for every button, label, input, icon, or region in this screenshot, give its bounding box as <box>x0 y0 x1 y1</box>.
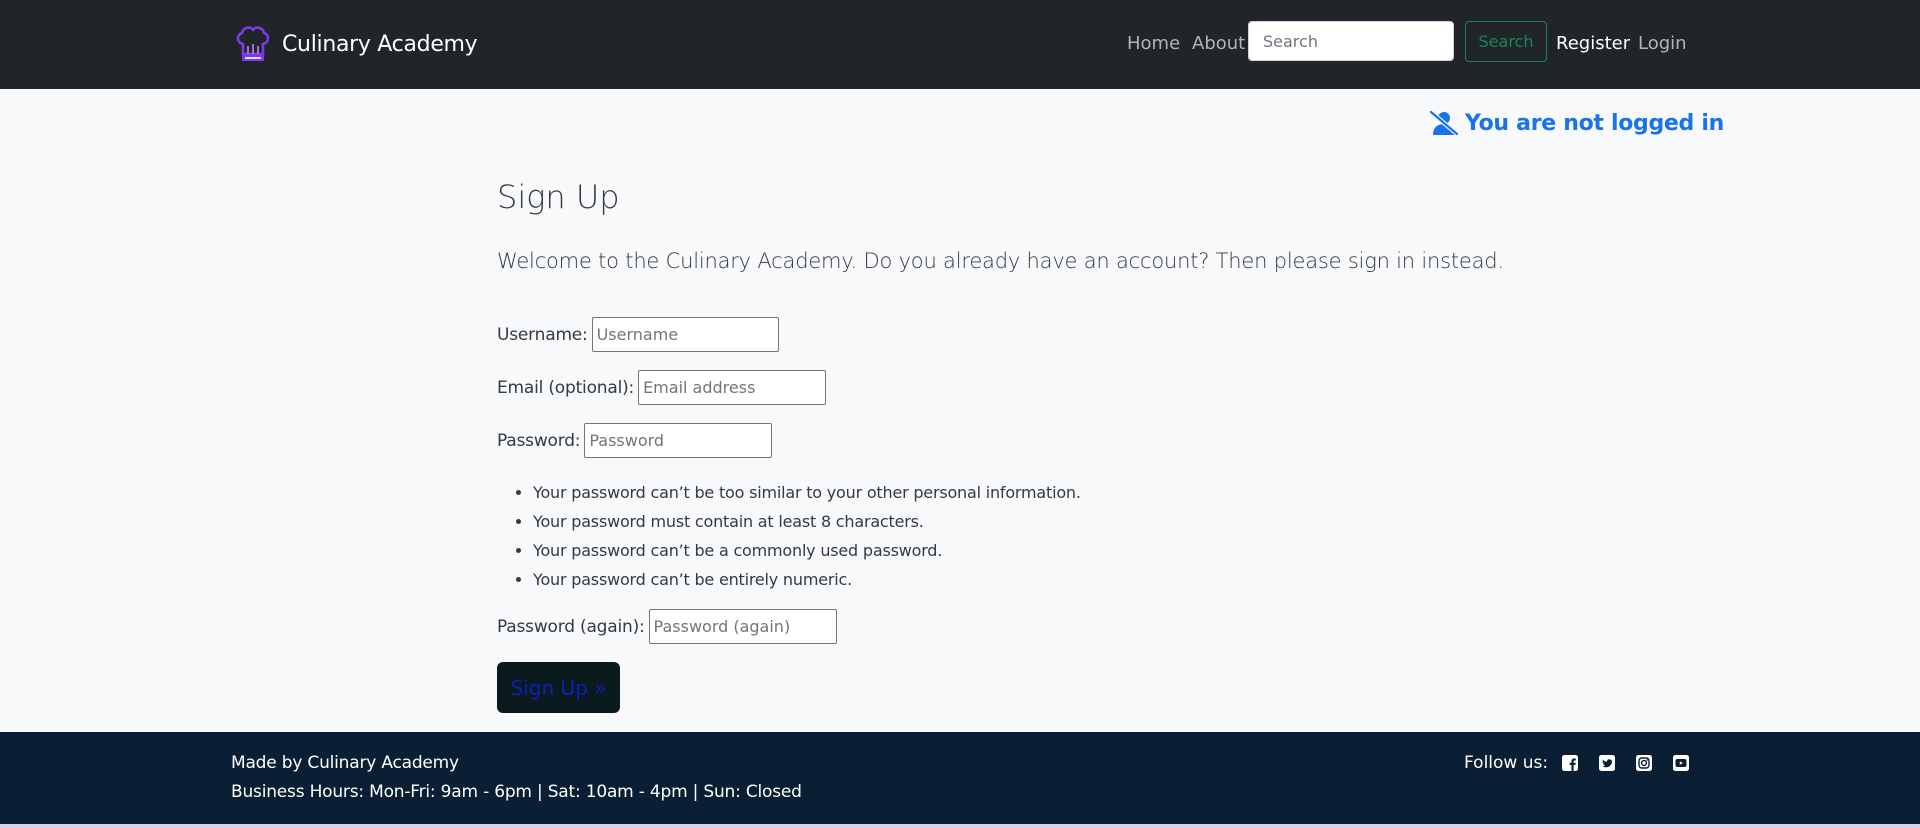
search-button[interactable]: Search <box>1465 21 1547 62</box>
password-help-item: Your password can’t be entirely numeric. <box>533 565 1081 594</box>
nav-about-link[interactable]: About <box>1192 33 1245 54</box>
twitter-icon[interactable] <box>1598 754 1616 772</box>
email-input[interactable] <box>638 370 827 405</box>
password-input[interactable] <box>584 423 773 458</box>
password-row: Password: <box>497 423 773 458</box>
page-title: Sign Up <box>497 178 620 216</box>
brand-name: Culinary Academy <box>282 31 478 57</box>
instagram-icon[interactable] <box>1635 754 1653 772</box>
login-status-text: You are not logged in <box>1465 110 1724 136</box>
top-navbar: Culinary Academy Home About Search Regis… <box>0 0 1920 89</box>
footer-made-by: Made by Culinary Academy <box>231 753 459 773</box>
sign-up-button[interactable]: Sign Up » <box>497 662 620 713</box>
password-help-item: Your password must contain at least 8 ch… <box>533 507 1081 536</box>
user-slash-icon <box>1429 110 1459 136</box>
follow-us-label: Follow us: <box>1464 753 1549 773</box>
username-label: Username: <box>497 324 588 345</box>
password-again-input[interactable] <box>648 609 837 644</box>
intro-text-after: instead. <box>1414 249 1504 273</box>
footer-business-hours: Business Hours: Mon-Fri: 9am - 6pm | Sat… <box>231 782 802 802</box>
password-label: Password: <box>497 430 581 451</box>
password-help-list: Your password can’t be too similar to yo… <box>497 478 1081 594</box>
chef-hat-icon <box>236 26 270 61</box>
username-row: Username: <box>497 317 779 352</box>
password-help-item: Your password can’t be too similar to yo… <box>533 478 1081 507</box>
username-input[interactable] <box>591 317 779 352</box>
login-status: You are not logged in <box>1429 110 1724 136</box>
search-input[interactable] <box>1248 21 1454 61</box>
facebook-icon[interactable] <box>1561 754 1579 772</box>
nav-register-link[interactable]: Register <box>1556 33 1630 54</box>
password-again-label: Password (again): <box>497 616 645 637</box>
nav-login-link[interactable]: Login <box>1638 33 1687 54</box>
sign-in-link[interactable]: sign in <box>1348 249 1415 273</box>
signup-intro: Welcome to the Culinary Academy. Do you … <box>497 249 1504 273</box>
nav-home-link[interactable]: Home <box>1127 33 1180 54</box>
intro-text-before: Welcome to the Culinary Academy. Do you … <box>497 249 1348 273</box>
page-footer <box>0 732 1920 824</box>
footer-bottom-border <box>0 824 1920 828</box>
brand-link[interactable]: Culinary Academy <box>233 22 478 66</box>
password-again-row: Password (again): <box>497 609 837 644</box>
email-label: Email (optional): <box>497 377 635 398</box>
youtube-icon[interactable] <box>1672 754 1690 772</box>
email-row: Email (optional): <box>497 370 827 405</box>
password-help-item: Your password can’t be a commonly used p… <box>533 536 1081 565</box>
